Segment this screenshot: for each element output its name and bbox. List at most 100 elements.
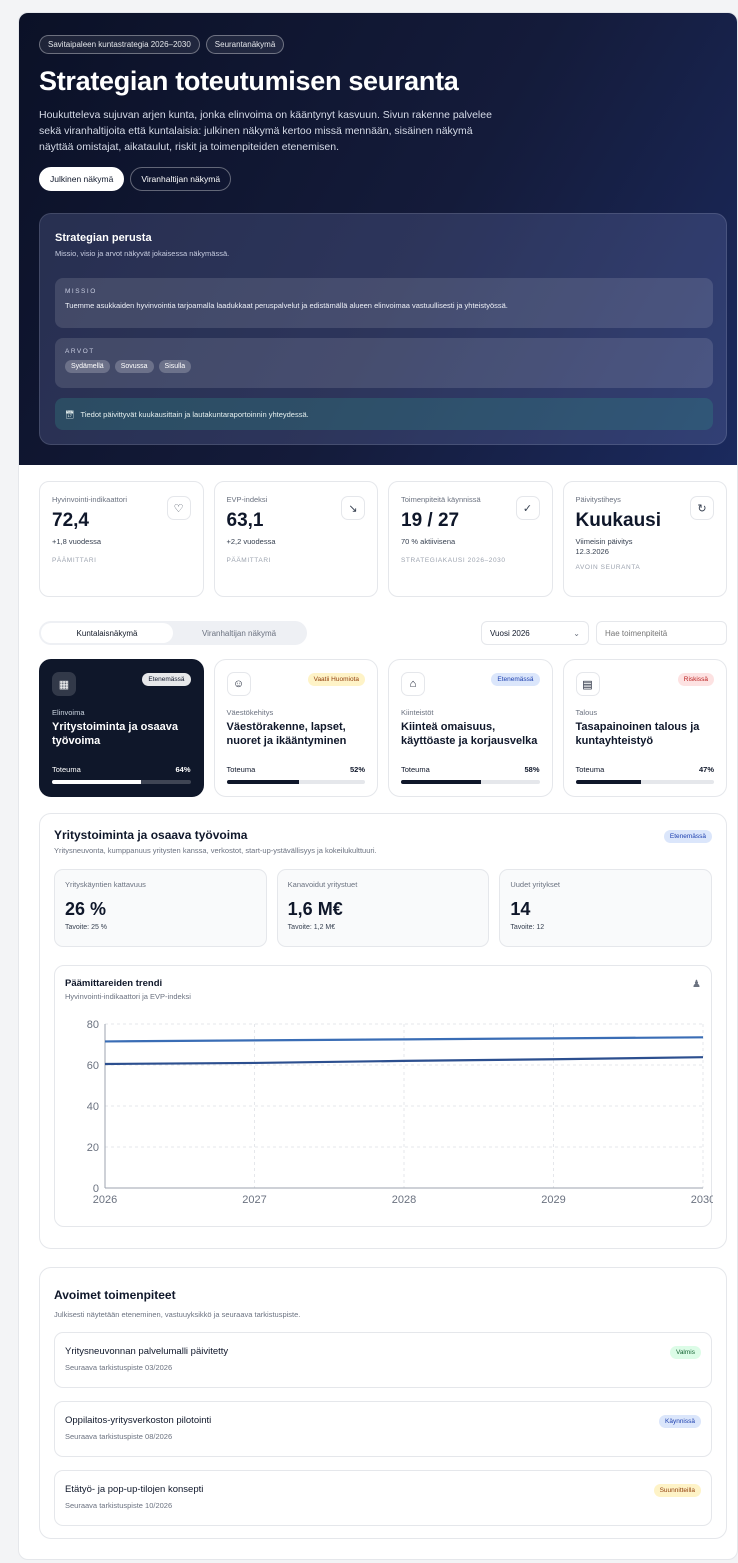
goal-card[interactable]: ▤ Riskissä Talous Tasapainoinen talous j… xyxy=(562,659,727,797)
kpi-delta: 70 % aktiivisena xyxy=(401,537,456,546)
card-title: Kiinteä omaisuus, käyttöaste ja korjausv… xyxy=(401,721,538,747)
value-chip: Sovussa xyxy=(114,360,154,373)
year-select-value: Vuosi 2026 xyxy=(490,628,530,638)
progress-bar xyxy=(575,780,714,784)
action-item[interactable]: Oppilaitos-yritysverkoston pilotointi Se… xyxy=(54,1401,712,1457)
home-icon: ⌂ xyxy=(401,672,425,696)
kpi-card: Hyvinvointi-indikaattori 72,4 +1,8 vuode… xyxy=(39,481,204,597)
year-select[interactable]: Vuosi 2026 ⌄ xyxy=(481,621,589,645)
detail-title: Yritystoiminta ja osaava työvoima xyxy=(54,828,248,842)
mission-label: MISSIO xyxy=(65,288,97,295)
trend-chart: 0 20 40 60 80 2026 2027 2028 2029 2030 Päämittare… xyxy=(54,965,713,1227)
progress-bar xyxy=(226,780,365,784)
action-item[interactable]: Yritysneuvonnan palvelumalli päivitetty … xyxy=(54,1332,712,1388)
card-category: Väestökehitys xyxy=(226,708,274,717)
status-badge: Etenemässä xyxy=(142,673,191,686)
metric-goal: Tavoite: 1,2 M€ xyxy=(287,924,336,931)
status-badge: Suunnitteilla xyxy=(653,1484,701,1497)
official-view-button[interactable]: Viranhaltijan näkymä xyxy=(130,167,232,191)
foundation-title: Strategian perusta xyxy=(55,232,152,244)
check-circle-icon: ✓ xyxy=(515,496,540,520)
progress-fill xyxy=(401,780,482,784)
foundation-subtitle: Missio, visio ja arvot näkyvät jokaisess… xyxy=(55,249,230,258)
kpi-foot: PÄÄMITTARI xyxy=(226,557,272,564)
progress-label: Toteuma xyxy=(226,765,256,774)
metric-card: Yrityskäyntien kattavuus 26 % Tavoite: 2… xyxy=(54,869,267,947)
kpi-card: Toimenpiteitä käynnissä 19 / 27 70 % akt… xyxy=(388,481,553,597)
status-badge: Etenemässä xyxy=(663,830,712,843)
action-checkpoint: Seuraava tarkistuspiste 03/2026 xyxy=(65,1363,173,1372)
action-name: Etätyö- ja pop-up-tilojen konsepti xyxy=(65,1484,204,1495)
metric-card: Uudet yritykset 14 Tavoite: 12 xyxy=(499,869,713,947)
values-box: ARVOT Sydämellä Sovussa Sisulla xyxy=(55,338,713,388)
kpi-card: Päivitystiheys Kuukausi Viimeisin päivit… xyxy=(562,481,727,597)
goal-card[interactable]: ☺ Vaatii Huomiota Väestökehitys Väestöra… xyxy=(213,659,378,797)
y-tick-label: 40 xyxy=(87,1101,99,1113)
citizen-view-tab[interactable]: Kuntalaisnäkymä xyxy=(41,623,173,643)
x-tick-label: 2027 xyxy=(242,1194,266,1206)
values-list: Sydämellä Sovussa Sisulla xyxy=(65,360,703,373)
kpi-delta: +1,8 vuodessa xyxy=(52,537,101,546)
y-tick-label: 80 xyxy=(87,1019,99,1031)
metric-value: 26 % xyxy=(65,899,107,919)
card-title: Yritystoiminta ja osaava työvoima xyxy=(52,721,178,747)
metric-value: 14 xyxy=(510,899,531,919)
kpi-delta: Viimeisin päivitys 12.3.2026 xyxy=(575,537,633,556)
public-view-button[interactable]: Julkinen näkymä xyxy=(39,167,125,191)
metric-label: Kanavoidut yritystuet xyxy=(287,880,358,889)
view-toggle: Julkinen näkymä Viranhaltijan näkymä xyxy=(39,167,719,191)
goal-card[interactable]: ⌂ Etenemässä Kiinteistöt Kiinteä omaisuu… xyxy=(388,659,553,797)
metric-goal: Tavoite: 12 xyxy=(510,924,545,931)
hero: Savitaipaleen kuntastrategia 2026–2030 S… xyxy=(19,13,737,465)
official-view-tab[interactable]: Viranhaltijan näkymä xyxy=(173,623,305,643)
metric-value: 1,6 M€ xyxy=(287,899,343,919)
progress-value: 58% xyxy=(524,765,540,774)
metric-label: Uudet yritykset xyxy=(510,880,560,889)
action-checkpoint: Seuraava tarkistuspiste 08/2026 xyxy=(65,1432,173,1441)
progress-value: 52% xyxy=(349,765,365,774)
action-name: Oppilaitos-yritysverkoston pilotointi xyxy=(65,1415,212,1426)
card-progress: Toteuma 52% xyxy=(226,765,365,784)
detail-subtitle: Yritysneuvonta, kumppanuus yritysten kan… xyxy=(54,846,377,855)
status-badge: Valmis xyxy=(669,1346,701,1359)
heart-pulse-icon: ♡ xyxy=(166,496,191,520)
action-name: Yritysneuvonnan palvelumalli päivitetty xyxy=(65,1346,229,1357)
progress-label: Toteuma xyxy=(401,765,430,774)
goal-card[interactable]: ▦ Etenemässä Elinvoima Yritystoiminta ja… xyxy=(39,659,204,797)
card-category: Kiinteistöt xyxy=(401,708,434,717)
progress-label: Toteuma xyxy=(52,765,81,774)
status-badge: Etenemässä xyxy=(491,673,540,686)
open-actions: Avoimet toimenpiteet Julkisesti näytetää… xyxy=(39,1267,727,1539)
update-note-text: Tiedot päivittyvät kuukausittain ja laut… xyxy=(80,409,309,419)
values-label: ARVOT xyxy=(65,348,95,355)
search-input[interactable] xyxy=(596,621,727,645)
progress-bar xyxy=(401,780,540,784)
metric-card: Kanavoidut yritystuet 1,6 M€ Tavoite: 1,… xyxy=(276,869,490,947)
status-badge: Käynnissä xyxy=(659,1415,701,1428)
person-icon[interactable]: ♟ xyxy=(692,979,701,990)
metric-label: Yrityskäyntien kattavuus xyxy=(65,880,146,889)
update-note: 📅︎ Tiedot päivittyvät kuukausittain ja l… xyxy=(55,398,713,430)
trend-chart-svg: 0204060802026 2027 2028 2029 2030 xyxy=(87,1019,713,1206)
kpi-row: Hyvinvointi-indikaattori 72,4 +1,8 vuode… xyxy=(39,481,727,597)
progress-fill xyxy=(226,780,299,784)
value-chip: Sisulla xyxy=(158,360,192,373)
y-tick-label: 20 xyxy=(87,1142,99,1154)
card-progress: Toteuma 47% xyxy=(575,765,714,784)
action-item[interactable]: Etätyö- ja pop-up-tilojen konsepti Seura… xyxy=(54,1470,712,1526)
page-title: Strategian toteutumisen seuranta xyxy=(39,66,459,96)
card-progress: Toteuma 64% xyxy=(52,765,191,784)
chevron-down-icon: ⌄ xyxy=(573,628,580,638)
value-chip: Sydämellä xyxy=(65,360,110,373)
progress-value: 64% xyxy=(175,765,191,774)
mission-text: Tuemme asukkaiden hyvinvointia tarjoamal… xyxy=(65,301,508,310)
kpi-foot: STRATEGIAKAUSI 2026–2030 xyxy=(401,557,506,564)
strategy-pill: Savitaipaleen kuntastrategia 2026–2030 xyxy=(39,35,200,54)
actions-subtitle: Julkisesti näytetään eteneminen, vastuuy… xyxy=(54,1310,301,1319)
kpi-foot: PÄÄMITTARI xyxy=(52,557,97,564)
building-icon: ▦ xyxy=(52,672,76,696)
progress-value: 47% xyxy=(698,765,714,774)
hero-pills: Savitaipaleen kuntastrategia 2026–2030 S… xyxy=(39,35,719,54)
goal-cards: ▦ Etenemässä Elinvoima Yritystoiminta ja… xyxy=(39,659,727,797)
line-chart-icon: ↘ xyxy=(341,496,365,520)
